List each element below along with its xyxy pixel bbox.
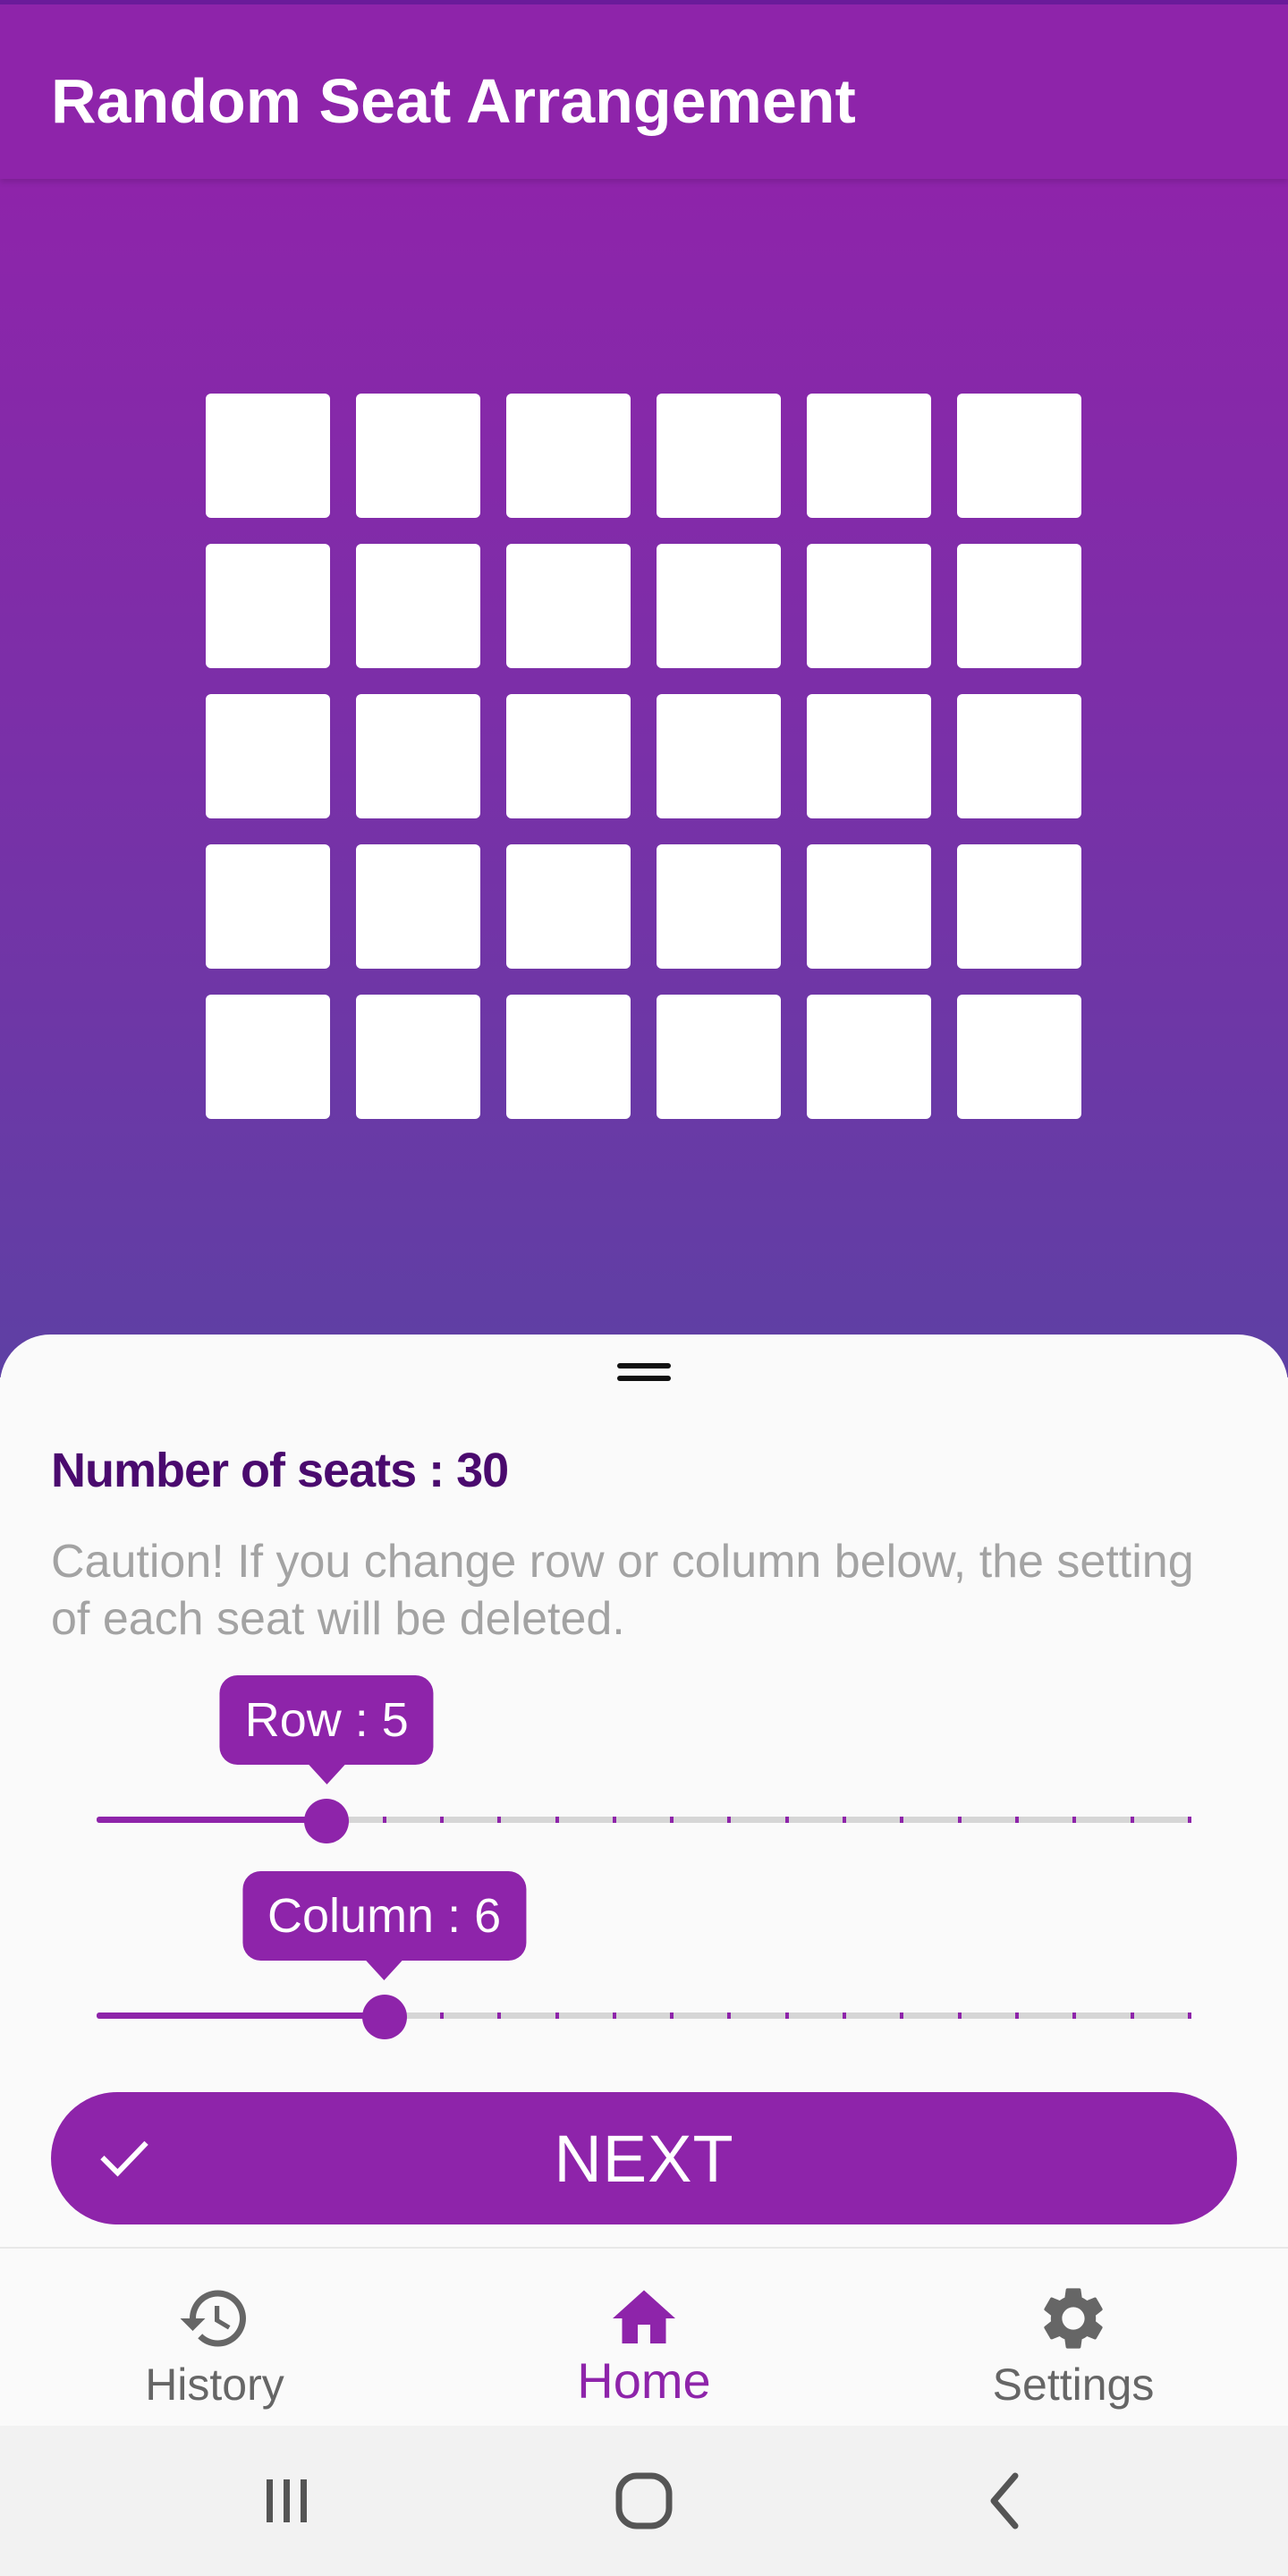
row-slider-tick — [727, 1817, 732, 1823]
seat-cell[interactable] — [206, 394, 330, 518]
row-slider-tick — [555, 1817, 559, 1823]
row-slider-tick — [843, 1817, 847, 1823]
seat-cell[interactable] — [356, 694, 480, 818]
seat-cell[interactable] — [807, 995, 931, 1119]
settings-bottom-sheet: Number of seats : 30 Caution! If you cha… — [0, 1335, 1288, 2247]
seat-cell[interactable] — [807, 394, 931, 518]
bottom-navigation: History Home Settings — [0, 2247, 1288, 2426]
seat-cell[interactable] — [807, 844, 931, 969]
seat-grid — [206, 394, 1081, 1119]
seat-cell[interactable] — [657, 844, 781, 969]
column-slider-tick — [727, 2012, 732, 2019]
history-icon — [180, 2290, 246, 2347]
column-slider-tick — [843, 2012, 847, 2019]
seat-cell[interactable] — [506, 844, 631, 969]
column-slider-tick — [1188, 2012, 1191, 2019]
seat-cell[interactable] — [957, 995, 1081, 1119]
seat-cell[interactable] — [657, 694, 781, 818]
column-slider-tick — [784, 2012, 789, 2019]
row-slider-tick — [612, 1817, 616, 1823]
column-slider-tick — [497, 2012, 502, 2019]
column-value-bubble: Column : 6 — [242, 1871, 527, 1980]
nav-label-history: History — [145, 2360, 284, 2410]
column-slider-tick — [555, 2012, 559, 2019]
caution-text: Caution! If you change row or column bel… — [51, 1536, 1194, 1645]
seat-cell[interactable] — [657, 544, 781, 668]
row-slider-active-track — [97, 1817, 327, 1823]
column-slider-tick — [612, 2012, 616, 2019]
row-slider-tick — [1072, 1817, 1077, 1823]
seat-cell[interactable] — [506, 694, 631, 818]
seat-cell[interactable] — [206, 694, 330, 818]
seat-cell[interactable] — [356, 544, 480, 668]
nav-label-settings: Settings — [992, 2360, 1155, 2410]
seat-cell[interactable] — [957, 544, 1081, 668]
recents-icon[interactable] — [250, 2465, 322, 2537]
sheet-drag-handle[interactable] — [617, 1363, 671, 1383]
app-title: Random Seat Arrangement — [51, 66, 856, 136]
column-slider-tick — [1130, 2012, 1134, 2019]
row-value-bubble: Row : 5 — [219, 1675, 434, 1784]
back-icon[interactable] — [970, 2465, 1042, 2537]
row-slider[interactable] — [97, 1799, 1191, 1843]
row-slider-tick — [784, 1817, 789, 1823]
row-slider-tick — [1015, 1817, 1020, 1823]
column-slider-tick — [900, 2012, 904, 2019]
seat-cell[interactable] — [807, 694, 931, 818]
seat-cell[interactable] — [957, 394, 1081, 518]
seat-cell[interactable] — [356, 844, 480, 969]
next-button[interactable]: NEXT — [51, 2092, 1237, 2224]
seat-cell[interactable] — [506, 995, 631, 1119]
seat-cell[interactable] — [506, 394, 631, 518]
seat-cell[interactable] — [657, 995, 781, 1119]
seat-preview-area — [0, 179, 1288, 1377]
seat-cell[interactable] — [957, 844, 1081, 969]
seat-cell[interactable] — [506, 544, 631, 668]
row-slider-tick — [439, 1817, 444, 1823]
app-bar: Random Seat Arrangement — [0, 0, 1288, 179]
row-slider-tick — [1188, 1817, 1191, 1823]
column-slider-tick — [439, 2012, 444, 2019]
seat-cell[interactable] — [356, 394, 480, 518]
row-slider-tick — [670, 1817, 674, 1823]
seat-cell[interactable] — [206, 544, 330, 668]
home-circle-icon[interactable] — [608, 2465, 680, 2537]
gear-icon — [1044, 2288, 1103, 2349]
home-icon — [613, 2290, 675, 2343]
seat-cell[interactable] — [356, 995, 480, 1119]
column-slider-tick — [670, 2012, 674, 2019]
seat-cell[interactable] — [957, 694, 1081, 818]
seat-cell[interactable] — [807, 544, 931, 668]
column-slider-active-track — [97, 2012, 385, 2019]
column-slider-thumb[interactable] — [361, 1995, 407, 2039]
seat-cell[interactable] — [657, 394, 781, 518]
column-slider-tick — [1072, 2012, 1077, 2019]
row-slider-tick — [497, 1817, 502, 1823]
nav-item-home[interactable]: Home — [429, 2249, 859, 2428]
row-slider-tick — [1130, 1817, 1134, 1823]
column-slider-tick — [957, 2012, 962, 2019]
nav-item-history[interactable]: History — [0, 2249, 429, 2428]
row-slider-tick — [900, 1817, 904, 1823]
seat-cell[interactable] — [206, 995, 330, 1119]
column-slider[interactable] — [97, 1995, 1191, 2039]
next-button-label: NEXT — [554, 2121, 734, 2196]
nav-label-home: Home — [577, 2352, 711, 2409]
seat-count-label: Number of seats : 30 — [51, 1444, 509, 1497]
seat-cell[interactable] — [206, 844, 330, 969]
nav-item-settings[interactable]: Settings — [859, 2249, 1288, 2428]
check-icon — [100, 2140, 148, 2177]
row-slider-thumb[interactable] — [304, 1799, 350, 1843]
row-slider-tick — [382, 1817, 386, 1823]
system-navigation-bar — [0, 2426, 1288, 2576]
row-slider-tick — [957, 1817, 962, 1823]
column-slider-tick — [1015, 2012, 1020, 2019]
